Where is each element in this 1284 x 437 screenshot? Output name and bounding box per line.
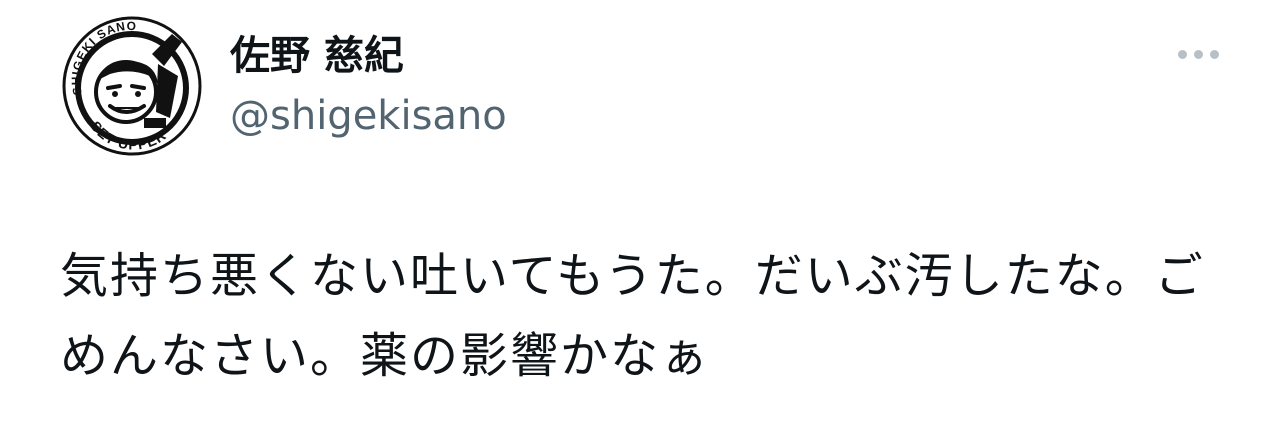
avatar[interactable]: SHIGEKI SANO SET UPPER: [60, 14, 204, 158]
author-display-name[interactable]: 佐野 慈紀: [230, 28, 404, 84]
more-horizontal-icon: [1177, 49, 1187, 59]
author-handle[interactable]: @shigekisano: [230, 90, 507, 142]
cartoon-face-logo-icon: SHIGEKI SANO SET UPPER: [62, 16, 202, 156]
tweet-text: 気持ち悪くない吐いてもうた。だいぶ汚したな。ごめんなさい。薬の影響かなぁ: [60, 248, 1205, 384]
more-options-button[interactable]: [1168, 34, 1228, 74]
more-horizontal-icon-dot: [1209, 49, 1219, 59]
more-horizontal-icon-dot: [1193, 49, 1203, 59]
tweet-card: SHIGEKI SANO SET UPPER 佐野 慈紀 @shigekisan…: [0, 0, 1284, 437]
